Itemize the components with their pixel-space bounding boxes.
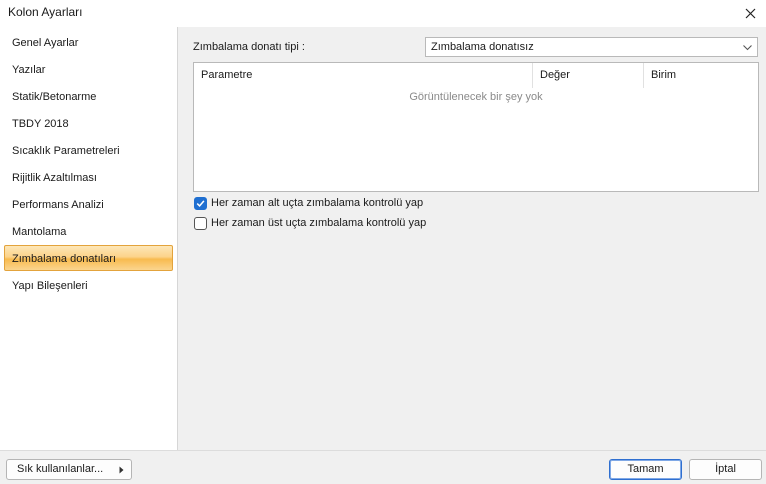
alt-uc-checkbox[interactable] xyxy=(194,196,207,210)
column-header-parametre[interactable]: Parametre xyxy=(194,63,533,88)
favorites-button[interactable]: Sık kullanılanlar... xyxy=(6,459,132,480)
type-label: Zımbalama donatı tipi : xyxy=(193,41,305,53)
favorites-label: Sık kullanılanlar... xyxy=(17,463,104,475)
sidebar-item-sicaklik-parametreleri[interactable]: Sıcaklık Parametreleri xyxy=(4,137,173,163)
close-icon xyxy=(745,8,755,19)
sidebar-item-statik-betonarme[interactable]: Statik/Betonarme xyxy=(4,83,173,109)
check-ust-uc[interactable]: Her zaman üst uçta zımbalama kontrolü ya… xyxy=(194,215,426,231)
chevron-down-icon xyxy=(743,45,752,51)
sidebar-item-yazilar[interactable]: Yazılar xyxy=(4,56,173,82)
sidebar-item-tbdy-2018[interactable]: TBDY 2018 xyxy=(4,110,173,136)
sidebar-item-genel-ayarlar[interactable]: Genel Ayarlar xyxy=(4,29,173,55)
footer-bar: Sık kullanılanlar... Tamam İptal xyxy=(0,450,766,484)
sidebar-item-performans-analizi[interactable]: Performans Analizi xyxy=(4,191,173,217)
cancel-button[interactable]: İptal xyxy=(689,459,762,480)
window-title: Kolon Ayarları xyxy=(8,5,83,19)
ust-uc-label: Her zaman üst uçta zımbalama kontrolü ya… xyxy=(211,217,427,229)
ust-uc-checkbox[interactable] xyxy=(194,216,207,230)
parameter-grid[interactable]: Parametre Değer Birim Görüntülenecek bir… xyxy=(193,62,759,192)
ok-button[interactable]: Tamam xyxy=(609,459,682,480)
title-bar: Kolon Ayarları xyxy=(0,0,766,27)
type-dropdown-value: Zımbalama donatısız xyxy=(431,41,534,53)
settings-panel: Zımbalama donatı tipi : Zımbalama donatı… xyxy=(179,27,766,450)
grid-header: Parametre Değer Birim xyxy=(194,63,758,88)
chevron-right-icon xyxy=(119,466,124,474)
check-alt-uc[interactable]: Her zaman alt uçta zımbalama kontrolü ya… xyxy=(194,195,423,211)
sidebar-item-yapi-bilesenleri[interactable]: Yapı Bileşenleri xyxy=(4,272,173,298)
column-header-deger[interactable]: Değer xyxy=(533,63,644,88)
empty-grid-message: Görüntülenecek bir şey yok xyxy=(409,91,543,103)
sidebar-item-rijitlik-azaltilmasi[interactable]: Rijitlik Azaltılması xyxy=(4,164,173,190)
sidebar: Genel Ayarlar Yazılar Statik/Betonarme T… xyxy=(0,27,178,450)
type-dropdown[interactable]: Zımbalama donatısız xyxy=(425,37,758,57)
sidebar-item-zimbalama-donatilari[interactable]: Zımbalama donatıları xyxy=(4,245,173,271)
close-button[interactable] xyxy=(734,0,766,27)
sidebar-item-mantolama[interactable]: Mantolama xyxy=(4,218,173,244)
alt-uc-label: Her zaman alt uçta zımbalama kontrolü ya… xyxy=(211,197,424,209)
checkmark-icon xyxy=(196,199,205,207)
column-header-birim[interactable]: Birim xyxy=(644,63,758,88)
